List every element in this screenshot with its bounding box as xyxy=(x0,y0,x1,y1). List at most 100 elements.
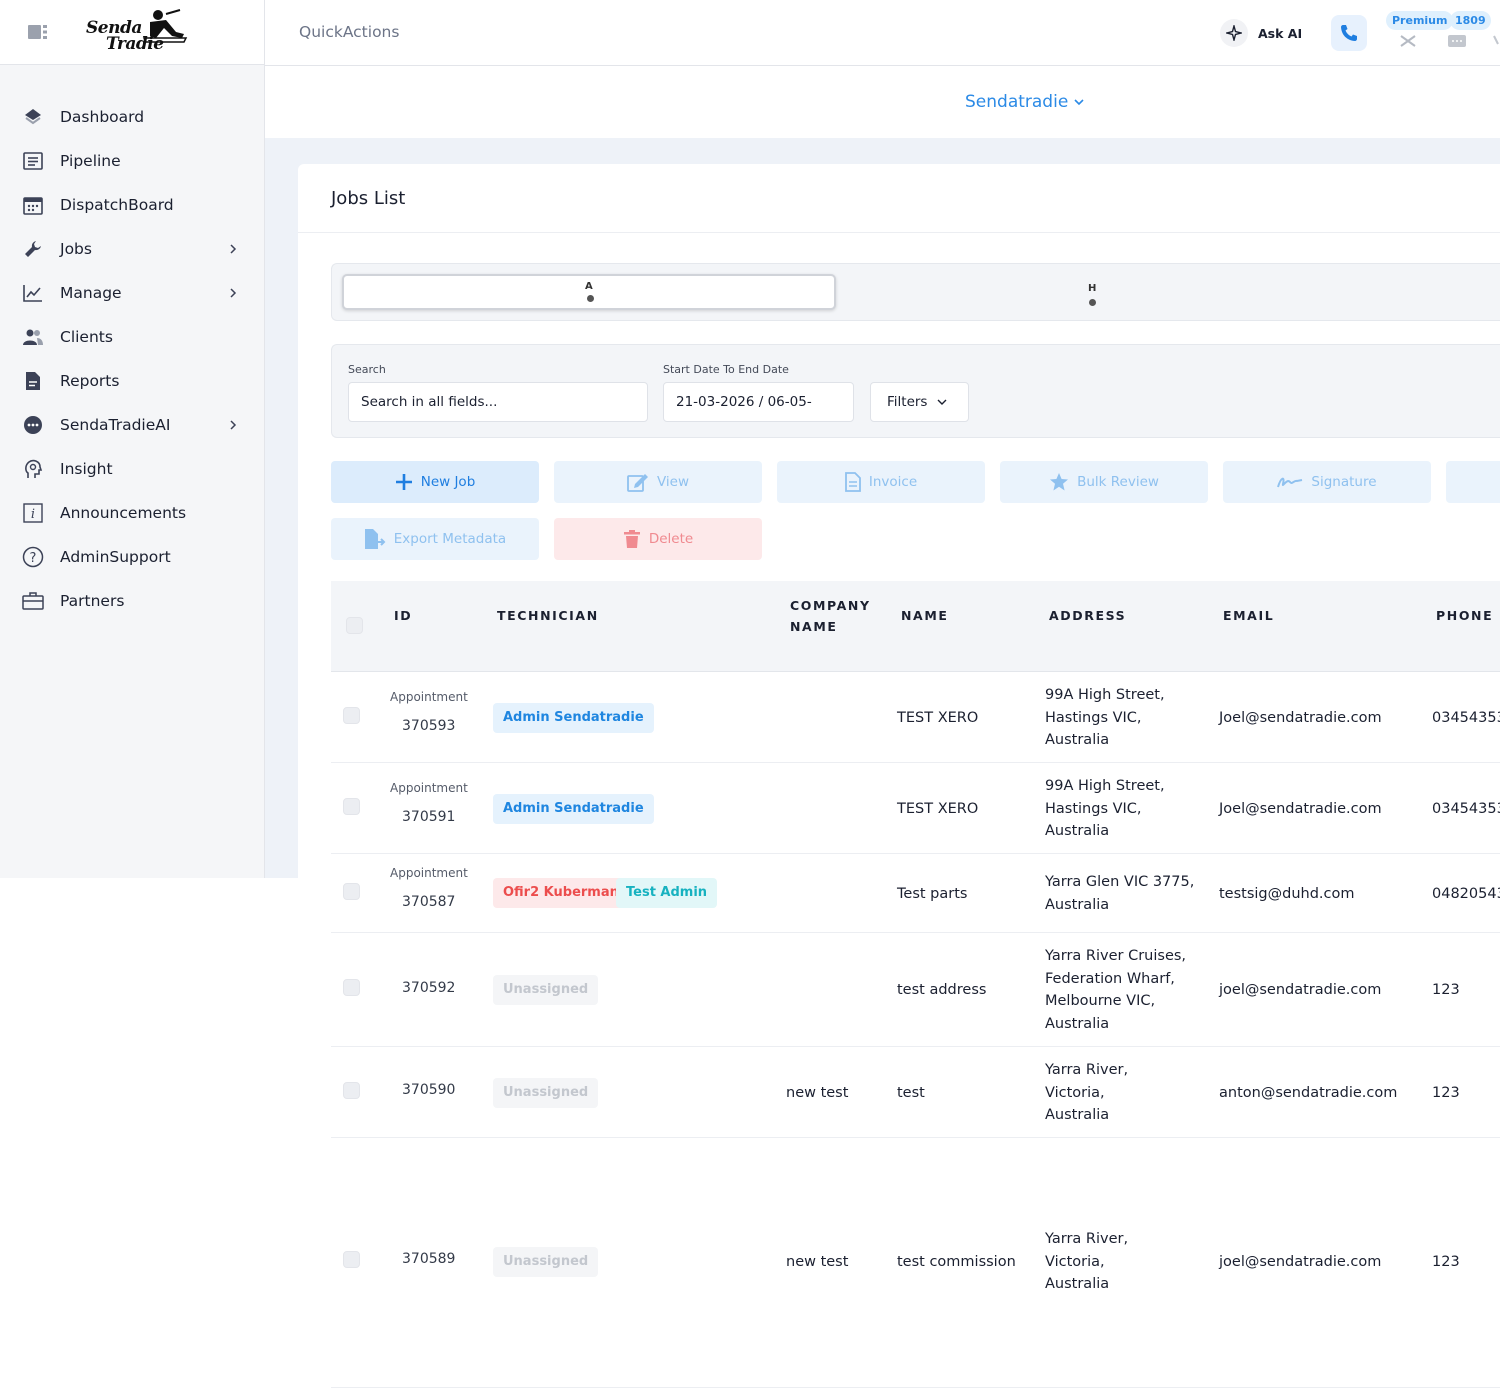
company-cell: new test xyxy=(786,1085,849,1101)
sidebar-item-adminsupport[interactable]: ? AdminSupport xyxy=(0,535,264,579)
job-id[interactable]: 370590 xyxy=(402,1082,455,1098)
row-checkbox[interactable] xyxy=(343,883,360,900)
row-checkbox[interactable] xyxy=(343,979,360,996)
email-cell: testsig@duhd.com xyxy=(1219,886,1355,902)
job-type: Appointment xyxy=(390,866,468,880)
address-cell: Yarra Glen VIC 3775, Australia xyxy=(1045,871,1215,916)
table-row[interactable]: 370590 Unassigned new test test Yarra Ri… xyxy=(331,1047,1500,1138)
tab-a[interactable]: A xyxy=(342,274,836,310)
plus-icon xyxy=(395,474,412,490)
page-title: Jobs List xyxy=(331,188,406,209)
address-cell: 99A High Street, Hastings VIC, Australia xyxy=(1045,684,1210,752)
sidebar-item-dashboard[interactable]: Dashboard xyxy=(0,95,264,139)
chevron-down-icon xyxy=(937,399,947,405)
tab-h-dot-icon[interactable] xyxy=(1089,299,1096,306)
phone-button[interactable] xyxy=(1331,15,1367,51)
sidebar-item-partners[interactable]: Partners xyxy=(0,579,264,623)
signature-button[interactable]: Signature xyxy=(1223,461,1431,503)
row-checkbox[interactable] xyxy=(343,1082,360,1099)
sidebar-item-jobs[interactable]: Jobs xyxy=(0,227,264,271)
sparkle-icon xyxy=(1220,19,1248,47)
technician-badge[interactable]: Unassigned xyxy=(493,1078,599,1108)
bulk-review-label: Bulk Review xyxy=(1077,474,1159,490)
sidebar: Senda Tradie Dashboard Pipeline Dispatch… xyxy=(0,0,265,878)
address-line: Australia xyxy=(1045,896,1110,913)
sidebar-item-insight[interactable]: Insight xyxy=(0,447,264,491)
help-circle-icon: ? xyxy=(22,546,44,568)
sidebar-item-announcements[interactable]: i Announcements xyxy=(0,491,264,535)
phone-cell: 123 xyxy=(1432,1254,1460,1270)
delete-button[interactable]: Delete xyxy=(554,518,762,560)
job-id[interactable]: 370587 xyxy=(402,894,455,910)
table-row[interactable]: Appointment 370593 Admin Sendatradie TES… xyxy=(331,672,1500,763)
more-icon[interactable] xyxy=(1493,34,1500,48)
technician-badge[interactable]: Ofir2 Kuberman xyxy=(493,878,629,908)
sidebar-item-sendatradieai[interactable]: SendaTradieAI xyxy=(0,403,264,447)
table-row[interactable]: Appointment 370591 Admin Sendatradie TES… xyxy=(331,763,1500,854)
export-metadata-button[interactable]: Export Metadata xyxy=(331,518,539,560)
filters-label: Filters xyxy=(887,394,928,410)
header-phone[interactable]: PHONE xyxy=(1436,605,1493,626)
sidebar-item-pipeline[interactable]: Pipeline xyxy=(0,139,264,183)
technician-badge[interactable]: Admin Sendatradie xyxy=(493,703,654,733)
ask-ai-button[interactable]: Ask AI xyxy=(1220,18,1302,48)
org-name: Sendatradie xyxy=(965,92,1069,112)
table-row[interactable]: Appointment 370587 Ofir2 Kuberman Test A… xyxy=(331,854,1500,933)
sidebar-toggle-icon[interactable] xyxy=(28,24,48,40)
job-id[interactable]: 370589 xyxy=(402,1251,455,1267)
technician-badge[interactable]: Unassigned xyxy=(493,975,599,1005)
row-checkbox[interactable] xyxy=(343,1251,360,1268)
table-row[interactable]: 370589 Unassigned new test test commissi… xyxy=(331,1138,1500,1388)
job-id[interactable]: 370592 xyxy=(402,980,455,996)
sidebar-item-reports[interactable]: Reports xyxy=(0,359,264,403)
new-job-button[interactable]: New Job xyxy=(331,461,539,503)
org-bar: Sendatradie xyxy=(265,66,1500,138)
view-button[interactable]: View xyxy=(554,461,762,503)
bulk-review-button[interactable]: Bulk Review xyxy=(1000,461,1208,503)
technician-badge[interactable]: Admin Sendatradie xyxy=(493,794,654,824)
tab-h-label[interactable]: H xyxy=(1088,283,1096,294)
address-line: Federation Wharf, xyxy=(1045,970,1175,987)
filters-button[interactable]: Filters xyxy=(870,382,969,422)
message-icon[interactable] xyxy=(1447,34,1467,48)
header-id[interactable]: ID xyxy=(394,605,412,626)
address-line: Hastings VIC, xyxy=(1045,800,1142,817)
row-checkbox[interactable] xyxy=(343,707,360,724)
logo[interactable]: Senda Tradie xyxy=(84,8,194,56)
more-actions-button[interactable] xyxy=(1446,461,1500,503)
technician-badge[interactable]: Test Admin xyxy=(616,878,718,908)
job-id[interactable]: 370593 xyxy=(402,718,455,734)
email-cell: joel@sendatradie.com xyxy=(1219,982,1382,998)
address-line: Victoria, xyxy=(1045,1084,1105,1101)
job-type: Appointment xyxy=(390,781,468,795)
sidebar-item-dispatchboard[interactable]: DispatchBoard xyxy=(0,183,264,227)
address-line: Yarra River, xyxy=(1045,1062,1129,1078)
header-email[interactable]: EMAIL xyxy=(1223,605,1274,626)
address-line: Yarra River Cruises, xyxy=(1045,948,1187,964)
search-input[interactable] xyxy=(348,382,648,422)
header-address[interactable]: ADDRESS xyxy=(1049,605,1126,626)
view-segmented-control: A H xyxy=(331,263,1500,321)
sidebar-item-manage[interactable]: Manage xyxy=(0,271,264,315)
row-checkbox[interactable] xyxy=(343,798,360,815)
tools-icon[interactable] xyxy=(1398,34,1418,48)
date-range-input[interactable]: 21-03-2026 / 06-05- xyxy=(663,382,854,422)
phone-cell: 048205433 xyxy=(1432,886,1500,902)
quick-actions-title[interactable]: QuickActions xyxy=(299,23,399,41)
header-name[interactable]: NAME xyxy=(901,605,949,626)
table-row[interactable]: 370592 Unassigned test address Yarra Riv… xyxy=(331,933,1500,1047)
search-label: Search xyxy=(348,363,386,376)
org-selector[interactable]: Sendatradie xyxy=(965,92,1084,112)
header-company-name[interactable]: COMPANY NAME xyxy=(790,595,871,637)
job-id[interactable]: 370591 xyxy=(402,809,455,825)
trash-icon xyxy=(623,530,640,548)
invoice-button[interactable]: Invoice xyxy=(777,461,985,503)
ask-ai-label: Ask AI xyxy=(1258,25,1303,41)
technician-badge[interactable]: Unassigned xyxy=(493,1247,599,1277)
header-technician[interactable]: TECHNICIAN xyxy=(497,605,599,626)
select-all-checkbox[interactable] xyxy=(346,617,363,634)
sidebar-item-label: Clients xyxy=(60,328,113,346)
sidebar-item-clients[interactable]: Clients xyxy=(0,315,264,359)
address-line: Yarra River, xyxy=(1045,1231,1129,1247)
chevron-right-icon xyxy=(230,288,237,298)
